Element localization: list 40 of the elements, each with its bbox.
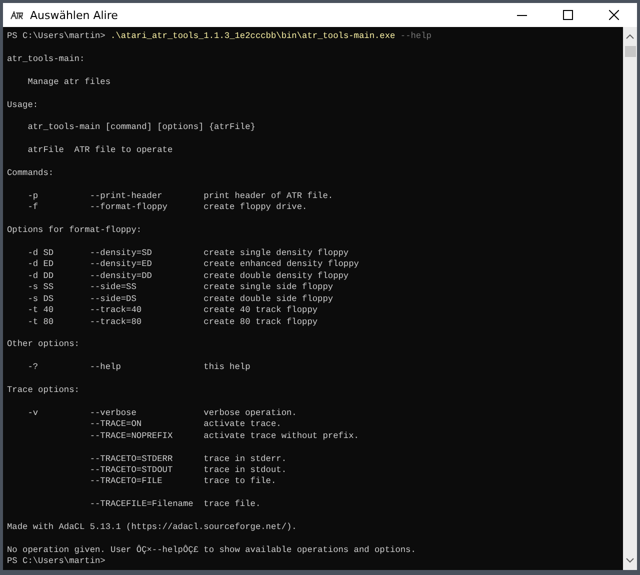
output-line: --TRACETO=FILE trace to file. (88, 476, 276, 486)
output-line: -d ED --density=ED create enhanced density floppy (26, 259, 359, 270)
output-line: atr_tools-main: (7, 54, 85, 64)
scroll-up-icon[interactable] (626, 34, 634, 39)
output-line: Made with AdaCL 5.13.1 (https://adacl.sourceforge.net/). (7, 522, 297, 532)
scrollbar[interactable] (623, 27, 637, 570)
output-line: -p --print-header print header of ATR file. (26, 190, 334, 201)
prompt-text: PS C:\Users\martin> (7, 556, 106, 566)
output-line: --TRACE=ON activate trace. (88, 419, 282, 430)
output-line: atr_tools-main [command] [options] {atrFile} (26, 122, 256, 132)
output-line: --TRACE=NOPREFIX activate trace without prefix. (88, 430, 359, 441)
command-text: .\atari_atr_tools_1.1.3_1e2cccbb\bin\atr_tools-main.exe (110, 31, 396, 41)
output-line: Options for format-floppy: (7, 225, 142, 236)
maximize-icon[interactable] (563, 10, 573, 20)
output-line: Trace options: (7, 385, 80, 396)
output-line: Manage atr files (26, 76, 111, 87)
prompt-text: PS C:\Users\martin> (7, 31, 106, 41)
output-line: -d DD --density=DD create double density floppy (26, 270, 349, 281)
close-icon[interactable] (609, 10, 619, 20)
output-line: --TRACETO=STDERR trace in stderr. (88, 454, 286, 464)
scrollbar-thumb[interactable] (624, 46, 636, 57)
output-line: No operation given. User ÔÇ×--helpÔÇ£ to show available operations and options. (7, 544, 416, 555)
output-line: -t 80 --track=80 create 80 track floppy (26, 316, 318, 327)
argument-text: --help (400, 31, 432, 41)
output-line: -s DS --side=DS create double side floppy (26, 294, 334, 304)
scroll-down-icon[interactable] (626, 558, 634, 563)
output-line: --TRACETO=STDOUT trace in stdout. (88, 465, 286, 476)
output-line: -s SS --side=SS create single side floppy (26, 282, 334, 292)
output-line: -f --format-floppy create floppy drive. (26, 202, 308, 212)
window-title: Auswählen Alire (30, 8, 119, 22)
output-line: Commands: (7, 168, 54, 178)
output-line: -d SD --density=SD create single density floppy (26, 248, 349, 258)
app-logo-icon (10, 10, 24, 20)
output-line: -? --help this help (26, 362, 250, 372)
output-line: --TRACEFILE=Filename trace file. (88, 499, 261, 510)
output-line: atrFile ATR file to operate (26, 145, 173, 156)
output-line: -t 40 --track=40 create 40 track floppy (26, 305, 318, 316)
output-line: -v --verbose verbose operation. (26, 408, 297, 418)
output-line: Usage: (7, 100, 38, 110)
output-line: Other options: (7, 339, 80, 350)
